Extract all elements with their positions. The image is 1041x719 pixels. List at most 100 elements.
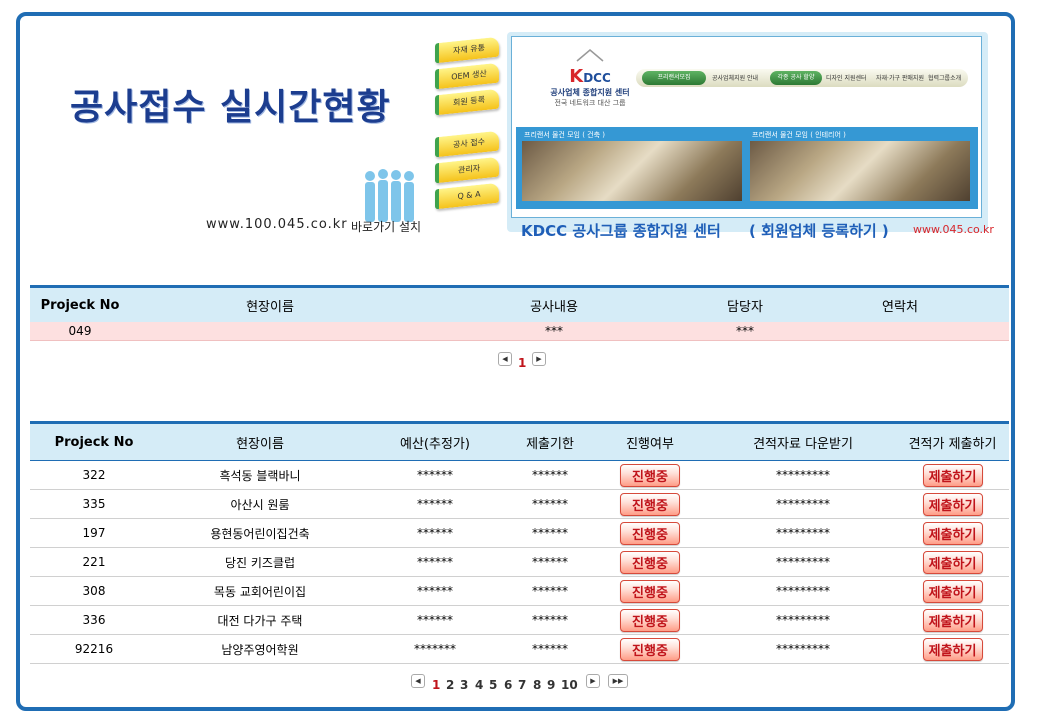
page-frame: 공사접수 실시간현황 www.100.045.co.kr 바로가기 설치 자재 … — [16, 12, 1015, 711]
member-register-link[interactable]: ( 회원업체 등록하기 ) — [749, 220, 889, 241]
progress-button[interactable]: 진행중 — [620, 550, 680, 574]
pager2-next-icon[interactable]: ▶ — [586, 674, 600, 688]
row-download-link[interactable]: ********* — [720, 635, 886, 663]
pager2-page-7[interactable]: 7 — [518, 678, 526, 692]
pager2-page-4[interactable]: 4 — [475, 678, 483, 692]
row-site-name: 아산시 원룸 — [230, 497, 290, 512]
header-status: 진행여부 — [626, 436, 674, 452]
pager1-next-icon[interactable]: ▶ — [532, 352, 546, 366]
header-project-no: Projeck No — [40, 297, 120, 313]
submit-button[interactable]: 제출하기 — [922, 492, 983, 516]
row-site-name: 대전 다가구 주택 — [217, 613, 303, 628]
table-row[interactable]: 335 아산시 원룸 ****** ****** 진행중 ********* 제… — [30, 490, 1009, 519]
table-row[interactable]: 197 용현동어린이집건축 ****** ****** 진행중 ********… — [30, 519, 1009, 548]
kdcc-logo: KDCC 공사업체 종합지원 센터 전국 네트워크 대산 그룹 — [550, 47, 630, 108]
menu-member-register[interactable]: 회원 등록 — [435, 88, 499, 116]
row-download-link[interactable]: ********* — [720, 490, 886, 518]
open-bids-table: Projeck No 현장이름 예산(추정가) 제출기한 진행여부 견적자료 다… — [30, 421, 1009, 664]
table-row[interactable]: 92216 남양주영어학원 ******* ****** 진행중 *******… — [30, 635, 1009, 664]
table-row[interactable]: 336 대전 다가구 주택 ****** ****** 진행중 ********… — [30, 606, 1009, 635]
site-url[interactable]: www.100.045.co.kr — [206, 217, 348, 232]
header-budget: 예산(추정가) — [400, 436, 470, 452]
pager2-page-1[interactable]: 1 — [432, 678, 440, 692]
banner-footer-title: KDCC 공사그룹 종합지원 센터 — [521, 222, 721, 240]
banner-nav-design[interactable]: 디자인 지원센터 — [826, 73, 867, 82]
kdcc-banner[interactable]: KDCC 공사업체 종합지원 센터 전국 네트워크 대산 그룹 프리랜서모집 공… — [507, 32, 994, 240]
pager2-page-10[interactable]: 10 — [561, 678, 578, 692]
header-site-name: 현장이름 — [236, 436, 284, 452]
row-deadline: ****** — [532, 468, 568, 482]
photo-interior — [750, 141, 970, 201]
banner-nav-support[interactable]: 공사업체지원 안내 — [712, 73, 758, 82]
pager2-page-8[interactable]: 8 — [533, 678, 541, 692]
pager2-page-2[interactable]: 2 — [446, 678, 454, 692]
row-download-link[interactable]: ********* — [720, 548, 886, 576]
header-deadline: 제출기한 — [526, 436, 574, 452]
shortcut-install-link[interactable]: 바로가기 설치 — [351, 218, 421, 235]
submit-button[interactable]: 제출하기 — [922, 463, 983, 487]
pager1-prev-icon[interactable]: ◀ — [498, 352, 512, 366]
header-download: 견적자료 다운받기 — [753, 436, 853, 452]
row-contact — [830, 322, 970, 340]
header-project-no: Projeck No — [54, 434, 134, 450]
progress-button[interactable]: 진행중 — [620, 608, 680, 632]
pager2-page-5[interactable]: 5 — [489, 678, 497, 692]
progress-button[interactable]: 진행중 — [620, 492, 680, 516]
menu-admin[interactable]: 관리자 — [435, 156, 499, 184]
submit-button[interactable]: 제출하기 — [922, 550, 983, 574]
pager2-last-icon[interactable]: ▶▶ — [608, 674, 628, 688]
header-submit: 견적가 제출하기 — [908, 436, 997, 452]
pager2-prev-icon[interactable]: ◀ — [411, 674, 425, 688]
row-deadline: ****** — [532, 555, 568, 569]
table-row[interactable]: 049 *** *** — [30, 322, 1009, 341]
row-project-no: 322 — [82, 468, 106, 482]
submit-button[interactable]: 제출하기 — [922, 637, 983, 661]
banner-url[interactable]: www.045.co.kr — [913, 223, 994, 236]
header-content: 공사내용 — [530, 299, 578, 315]
header-site-name: 현장이름 — [246, 299, 294, 315]
pager2-page-9[interactable]: 9 — [547, 678, 555, 692]
banner-nav-furniture[interactable]: 자재·가구 판매지원 — [876, 73, 924, 82]
row-download-link[interactable]: ********* — [720, 461, 886, 489]
progress-button[interactable]: 진행중 — [620, 579, 680, 603]
row-manager: *** — [736, 324, 754, 338]
table-row[interactable]: 322 흑석동 블랙바니 ****** ****** 진행중 *********… — [30, 461, 1009, 490]
row-deadline: ****** — [532, 584, 568, 598]
table-row[interactable]: 308 목동 교회어린이집 ****** ****** 진행중 ********… — [30, 577, 1009, 606]
submit-button[interactable]: 제출하기 — [922, 521, 983, 545]
banner-nav-freelancer[interactable]: 프리랜서모집 — [642, 71, 706, 85]
photo-caption-1: 프리랜서 물건 모임 ( 건축 ) — [524, 131, 605, 139]
row-budget: ****** — [417, 468, 453, 482]
progress-button[interactable]: 진행중 — [620, 463, 680, 487]
row-budget: ****** — [417, 584, 453, 598]
row-site-name: 당진 키즈클럽 — [224, 555, 296, 570]
pager2-page-3[interactable]: 3 — [460, 678, 468, 692]
row-budget: ****** — [417, 526, 453, 540]
submit-button[interactable]: 제출하기 — [922, 579, 983, 603]
pager2-page-6[interactable]: 6 — [504, 678, 512, 692]
header-manager: 담당자 — [727, 299, 763, 315]
row-download-link[interactable]: ********* — [720, 519, 886, 547]
row-download-link[interactable]: ********* — [720, 577, 886, 605]
row-project-no: 336 — [82, 613, 106, 627]
banner-nav-work[interactable]: 각종 공사 할양 — [770, 71, 822, 85]
menu-construction-request[interactable]: 공사 접수 — [435, 130, 499, 158]
table-row[interactable]: 221 당진 키즈클럽 ****** ****** 진행중 ********* … — [30, 548, 1009, 577]
banner-inner: KDCC 공사업체 종합지원 센터 전국 네트워크 대산 그룹 프리랜서모집 공… — [511, 36, 982, 218]
progress-button[interactable]: 진행중 — [620, 637, 680, 661]
menu-material[interactable]: 자재 유통 — [435, 36, 499, 64]
table-header: Projeck No 현장이름 공사내용 담당자 연락처 — [30, 288, 1009, 322]
menu-qna[interactable]: Q & A — [435, 182, 499, 210]
row-site-name — [170, 322, 370, 340]
header-contact: 연락처 — [882, 299, 918, 315]
banner-nav-group[interactable]: 협력그룹소개 — [928, 73, 961, 82]
row-download-link[interactable]: ********* — [720, 606, 886, 634]
submit-button[interactable]: 제출하기 — [922, 608, 983, 632]
menu-oem[interactable]: OEM 생산 — [435, 62, 499, 90]
row-budget: ******* — [414, 642, 456, 656]
progress-button[interactable]: 진행중 — [620, 521, 680, 545]
row-budget: ****** — [417, 497, 453, 511]
row-project-no: 308 — [82, 584, 106, 598]
row-project-no: 221 — [82, 555, 106, 569]
pager1-page[interactable]: 1 — [518, 356, 526, 370]
